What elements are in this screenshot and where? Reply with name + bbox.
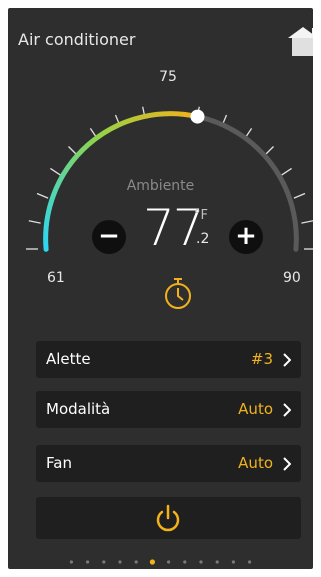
timer-icon[interactable] [163, 276, 193, 310]
setting-row-fan[interactable]: Fan Auto [36, 445, 301, 482]
setting-row-alette[interactable]: Alette #3 [36, 341, 301, 378]
setting-label: Alette [46, 350, 91, 368]
range-max-label: 90 [283, 270, 301, 286]
setting-label: Modalità [46, 400, 111, 418]
page-dot [69, 560, 73, 564]
scale-label-75: 75 [159, 69, 177, 85]
page-dot [86, 560, 90, 564]
page-dot [248, 560, 252, 564]
decrease-button[interactable]: − [92, 220, 126, 254]
setting-value: Auto [238, 400, 273, 418]
ac-panel: Air conditioner 75 Ambiente 77 °F .2 − +… [8, 8, 313, 569]
setting-value: Auto [238, 454, 273, 472]
temperature-unit: °F [194, 208, 208, 223]
dial-tick [281, 167, 292, 176]
page-dot [199, 560, 203, 564]
page-indicator[interactable] [8, 558, 313, 566]
chevron-right-icon [283, 353, 291, 367]
temperature-dial[interactable]: 75 [8, 8, 313, 338]
page-dot [118, 560, 122, 564]
page-dot [102, 560, 106, 564]
setting-row-modalita[interactable]: Modalità Auto [36, 391, 301, 428]
page-dot-active [149, 559, 155, 565]
dial-tick [301, 220, 313, 224]
page-dot [231, 560, 235, 564]
increase-button[interactable]: + [229, 220, 263, 254]
page-dot [167, 560, 171, 564]
page-dot [134, 560, 138, 564]
setting-label: Fan [46, 454, 72, 472]
dial-handle [190, 109, 205, 124]
range-min-label: 61 [47, 270, 65, 286]
dial-tick [293, 192, 306, 199]
dial-tick [28, 220, 41, 224]
chevron-right-icon [283, 457, 291, 471]
chevron-right-icon [283, 403, 291, 417]
power-icon [156, 504, 180, 532]
temperature-decimal: .2 [196, 231, 210, 247]
page-dot [215, 560, 219, 564]
setting-value: #3 [250, 350, 273, 368]
dial-tick [50, 167, 61, 176]
page-dot [183, 560, 187, 564]
dial-tick [36, 192, 49, 199]
power-button[interactable] [36, 497, 301, 539]
ambient-label: Ambiente [126, 178, 195, 194]
